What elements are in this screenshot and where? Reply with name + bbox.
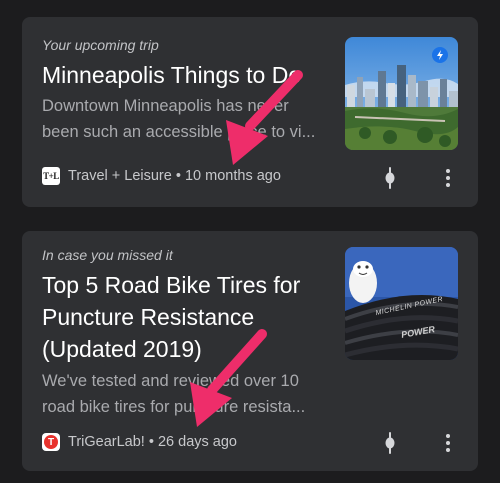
interest-button[interactable] [385,432,395,459]
publisher-logo: T+L [42,167,60,185]
article-meta: T TriGearLab! • 26 days ago [42,433,237,451]
headline-line: (Updated 2019) [42,336,202,362]
article-age: 26 days ago [157,434,237,450]
article-snippet: Downtown Minneapolis has never been such… [42,93,342,145]
more-options-button[interactable] [446,169,450,187]
card-kicker: Your upcoming trip [42,37,159,53]
more-vert-icon [446,434,450,438]
article-meta: T+L Travel + Leisure • 10 months ago [42,167,281,185]
interest-icon [385,167,395,189]
article-card[interactable]: In case you missed it Top 5 Road Bike Ti… [22,231,478,471]
snippet-line: We've tested and reviewed over 10 [42,372,299,390]
more-options-button[interactable] [446,434,450,452]
article-headline[interactable]: Minneapolis Things to Do [42,59,301,91]
interest-icon [385,432,395,454]
publisher-logo-mark: T [44,435,58,449]
publisher-name: Travel + Leisure [68,168,172,184]
article-headline[interactable]: Top 5 Road Bike Tires for Puncture Resis… [42,269,300,365]
more-vert-icon [446,169,450,173]
more-vert-dot [446,441,450,445]
interest-button[interactable] [385,167,395,194]
snippet-line: been such an accessible place to vi... [42,123,316,141]
publisher-name: TriGearLab! [68,434,145,450]
amp-badge [432,47,448,63]
article-snippet: We've tested and reviewed over 10 road b… [42,368,342,420]
more-vert-dot [446,183,450,187]
headline-line: Puncture Resistance [42,304,255,330]
bolt-icon [437,50,443,60]
meta-separator: • [171,168,185,184]
headline-line: Top 5 Road Bike Tires for [42,272,301,298]
headline-line: Minneapolis Things to Do [42,62,302,88]
article-thumbnail[interactable] [345,37,458,150]
article-age: 10 months ago [184,168,281,184]
more-vert-dot [446,448,450,452]
publisher-logo: T [42,433,60,451]
card-kicker: In case you missed it [42,247,173,263]
snippet-line: Downtown Minneapolis has never [42,97,289,115]
article-card[interactable]: Your upcoming trip Minneapolis Things to… [22,17,478,207]
discover-feed: Your upcoming trip Minneapolis Things to… [0,0,500,483]
more-vert-dot [446,176,450,180]
snippet-line: road bike tires for puncture resista... [42,398,306,416]
article-thumbnail[interactable]: MICHELIN POWER POWER [345,247,458,360]
meta-separator: • [144,434,158,450]
